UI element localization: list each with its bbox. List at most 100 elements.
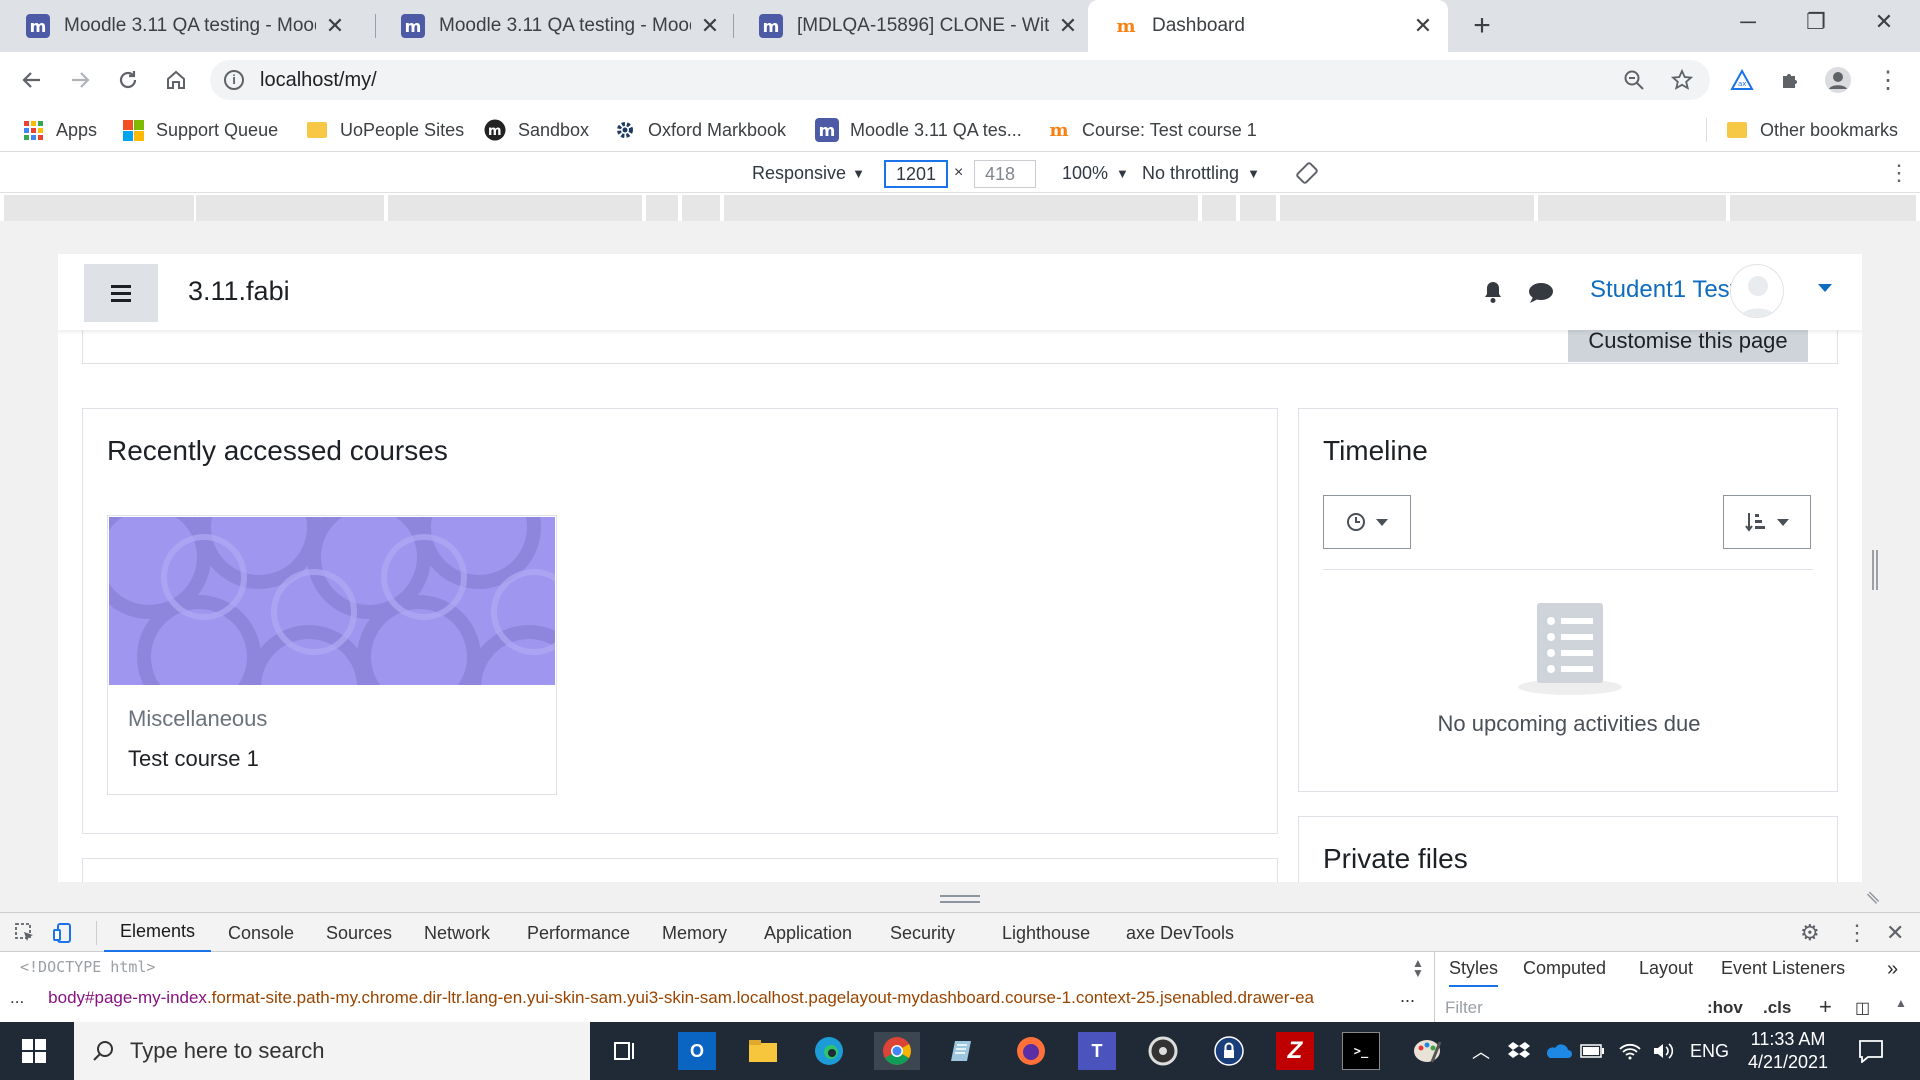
avatar[interactable] — [1730, 264, 1784, 318]
zoom-icon[interactable] — [1616, 62, 1652, 98]
user-name-link[interactable]: Student1 Test — [1590, 276, 1736, 304]
file-explorer-icon[interactable] — [744, 1032, 782, 1070]
inspect-element-icon[interactable] — [14, 913, 36, 953]
user-menu-caret-icon[interactable] — [1818, 284, 1832, 292]
devtools-tab-axe[interactable]: axe DevTools — [1126, 913, 1234, 953]
edge-icon[interactable] — [810, 1032, 848, 1070]
breadcrumb-more[interactable]: ... — [1400, 986, 1415, 1007]
media-query-segment[interactable] — [196, 195, 384, 221]
viewport-height-input[interactable]: 418 — [974, 160, 1036, 188]
viewport-resize-grip[interactable] — [1872, 550, 1878, 590]
restore-icon[interactable]: ❐ — [1782, 0, 1850, 44]
devtools-tab-security[interactable]: Security — [890, 913, 955, 953]
media-query-segment[interactable] — [724, 195, 1198, 221]
media-query-segment[interactable] — [646, 195, 678, 221]
new-tab-button[interactable]: + — [1464, 8, 1500, 44]
close-tab-icon[interactable]: ✕ — [699, 13, 721, 39]
taskbar-clock[interactable]: 11:33 AM 4/21/2021 — [1740, 1028, 1836, 1074]
browser-tab-4[interactable]: m Dashboard ✕ — [1088, 0, 1448, 52]
tray-overflow-icon[interactable]: ︿ — [1472, 1022, 1490, 1080]
browser-menu-icon[interactable]: ⋮ — [1870, 62, 1906, 98]
bookmark-moodle-qa[interactable]: m Moodle 3.11 QA tes... — [815, 108, 1022, 152]
devtools-tab-elements[interactable]: Elements — [104, 913, 212, 953]
dom-breadcrumb[interactable]: ... body#page-my-index.format-site.path-m… — [10, 988, 1410, 1008]
course-name-link[interactable]: Test course 1 — [128, 746, 259, 772]
onedrive-icon[interactable] — [1544, 1022, 1572, 1080]
back-icon[interactable] — [14, 62, 50, 98]
paint-icon[interactable] — [1408, 1032, 1446, 1070]
device-toggle-icon[interactable] — [52, 913, 74, 953]
styles-filter-input[interactable]: Filter — [1445, 998, 1483, 1018]
battery-icon[interactable] — [1580, 1022, 1606, 1080]
device-mode-select[interactable]: Responsive ▼ — [752, 153, 865, 193]
bookmark-sandbox[interactable]: m Sandbox — [484, 108, 589, 152]
devtools-tab-application[interactable]: Application — [764, 913, 852, 953]
computed-tab[interactable]: Computed — [1523, 958, 1606, 979]
windows-start-icon[interactable] — [22, 1039, 46, 1068]
toggle-sidebar-icon[interactable]: ◫ — [1855, 998, 1870, 1018]
bookmark-course-test[interactable]: m Course: Test course 1 — [1048, 108, 1256, 152]
viewport-width-input[interactable]: 1201 — [884, 160, 948, 188]
task-view-icon[interactable] — [606, 1032, 644, 1070]
close-window-icon[interactable]: ✕ — [1850, 0, 1918, 44]
chrome-icon[interactable] — [874, 1032, 920, 1070]
bookmark-apps[interactable]: Apps — [22, 108, 97, 152]
home-icon[interactable] — [158, 62, 194, 98]
media-query-segment[interactable] — [1240, 195, 1276, 221]
devtools-tab-console[interactable]: Console — [228, 913, 294, 953]
device-toolbar-menu-icon[interactable]: ⋮ — [1888, 153, 1910, 193]
bookmark-support-queue[interactable]: Support Queue — [122, 108, 278, 152]
taskbar-search-box[interactable]: Type here to search — [74, 1022, 590, 1080]
site-info-icon[interactable]: i — [224, 70, 244, 90]
course-card[interactable]: Miscellaneous Test course 1 — [107, 515, 557, 795]
scroll-up-icon[interactable]: ▲ — [1895, 996, 1907, 1010]
media-query-segment[interactable] — [682, 195, 720, 221]
extension-drive-icon[interactable]: ax — [1724, 62, 1760, 98]
site-name[interactable]: 3.11.fabi — [188, 276, 290, 307]
devtools-tab-sources[interactable]: Sources — [326, 913, 392, 953]
media-query-segment[interactable] — [388, 195, 642, 221]
add-rule-icon[interactable]: + — [1819, 994, 1832, 1020]
styles-tab[interactable]: Styles — [1449, 958, 1499, 987]
bookmark-star-icon[interactable] — [1664, 62, 1700, 98]
media-app-icon[interactable] — [1144, 1032, 1182, 1070]
devtools-menu-icon[interactable]: ⋮ — [1846, 913, 1868, 953]
bookmark-uopeople-sites[interactable]: UoPeople Sites — [306, 108, 464, 152]
reload-icon[interactable] — [110, 62, 146, 98]
layout-tab[interactable]: Layout — [1639, 958, 1693, 979]
media-query-segment[interactable] — [4, 195, 194, 221]
dropbox-icon[interactable] — [1508, 1022, 1530, 1080]
menu-toggle-button[interactable] — [84, 264, 158, 322]
devtools-tab-lighthouse[interactable]: Lighthouse — [1002, 913, 1090, 953]
media-query-segment[interactable] — [1280, 195, 1534, 221]
profile-avatar-icon[interactable] — [1820, 62, 1856, 98]
doctype-node[interactable]: <!DOCTYPE html> — [20, 958, 155, 976]
devtools-tab-network[interactable]: Network — [424, 913, 490, 953]
media-query-segment[interactable] — [1730, 195, 1916, 221]
bell-icon[interactable] — [1482, 280, 1504, 309]
wifi-icon[interactable] — [1618, 1022, 1642, 1080]
event-listeners-tab[interactable]: Event Listeners — [1721, 958, 1845, 979]
media-query-segment[interactable] — [1538, 195, 1726, 221]
language-indicator[interactable]: ENG — [1690, 1022, 1729, 1080]
hov-toggle[interactable]: :hov — [1707, 998, 1743, 1018]
close-tab-icon[interactable]: ✕ — [1057, 13, 1079, 39]
scroll-down-icon[interactable]: ▼ — [1412, 966, 1424, 980]
close-tab-icon[interactable]: ✕ — [1412, 13, 1434, 39]
devtools-tab-memory[interactable]: Memory — [662, 913, 727, 953]
terminal-icon[interactable]: >_ — [1342, 1032, 1380, 1070]
zoom-select[interactable]: 100% ▼ — [1062, 153, 1129, 193]
media-query-segment[interactable] — [1202, 195, 1236, 221]
teams-icon[interactable]: T — [1078, 1032, 1116, 1070]
close-tab-icon[interactable]: ✕ — [324, 13, 346, 39]
throttling-select[interactable]: No throttling ▼ — [1142, 153, 1260, 193]
cls-toggle[interactable]: .cls — [1763, 998, 1791, 1018]
browser-tab-2[interactable]: m Moodle 3.11 QA testing - Moodl ✕ — [375, 0, 735, 52]
vpn-lock-icon[interactable] — [1210, 1032, 1248, 1070]
timeline-sort-button[interactable] — [1723, 495, 1811, 549]
settings-gear-icon[interactable]: ⚙ — [1800, 913, 1820, 953]
bookmark-oxford-markbook[interactable]: Oxford Markbook — [614, 108, 786, 152]
firefox-icon[interactable] — [1012, 1032, 1050, 1070]
notepad-icon[interactable] — [944, 1032, 982, 1070]
address-bar[interactable]: i localhost/my/ — [210, 60, 1710, 100]
